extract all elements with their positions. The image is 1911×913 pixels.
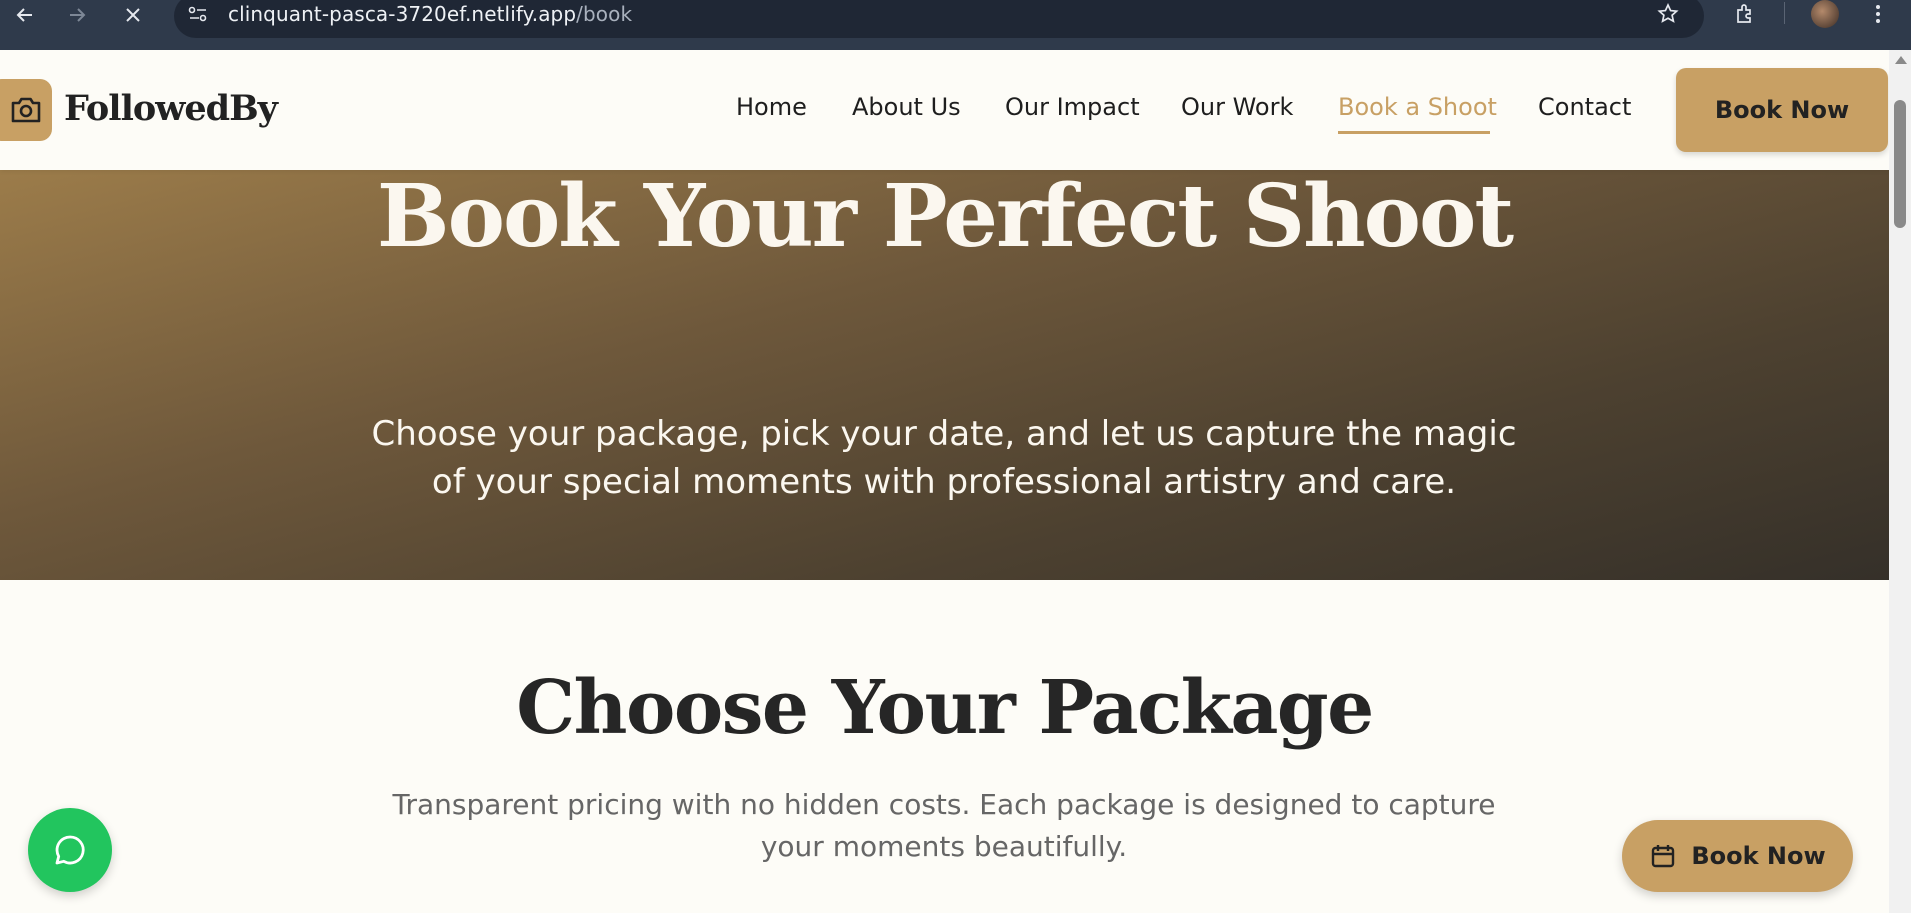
hero-subtitle: Choose your package, pick your date, and… xyxy=(344,410,1544,506)
book-now-button[interactable]: Book Now xyxy=(1676,68,1888,152)
calendar-icon xyxy=(1652,845,1675,868)
chat-button[interactable] xyxy=(28,808,112,892)
hero-subtitle-line: of your special moments with professiona… xyxy=(431,462,1457,502)
nav-our-work[interactable]: Our Work xyxy=(1181,93,1293,121)
nav-contact[interactable]: Contact xyxy=(1538,93,1631,121)
package-section-title: Choose Your Package xyxy=(516,665,1374,751)
logo-badge[interactable] xyxy=(0,79,52,141)
floating-book-now-label: Book Now xyxy=(1691,842,1826,870)
hero-title: Book Your Perfect Shoot xyxy=(376,166,1514,267)
star-icon[interactable] xyxy=(1654,0,1682,28)
nav-home[interactable]: Home xyxy=(736,93,807,121)
floating-book-now-button[interactable]: Book Now xyxy=(1622,820,1853,892)
scroll-up-arrow-icon[interactable] xyxy=(1895,56,1907,64)
site-header: FollowedBy Home About Us Our Impact Our … xyxy=(0,50,1889,170)
back-arrow-icon[interactable] xyxy=(10,0,40,30)
package-section-subtitle: Transparent pricing with no hidden costs… xyxy=(344,784,1544,868)
toolbar-divider xyxy=(1784,2,1785,24)
chat-bubble-icon xyxy=(55,835,85,865)
close-icon[interactable] xyxy=(118,0,148,30)
url-host: clinquant-pasca-3720ef.netlify.app xyxy=(228,2,577,26)
url-path: /book xyxy=(576,2,633,26)
url-text[interactable]: clinquant-pasca-3720ef.netlify.app/book xyxy=(228,2,632,26)
logo-text[interactable]: FollowedBy xyxy=(64,88,278,129)
scrollbar[interactable] xyxy=(1889,50,1911,913)
kebab-menu-icon[interactable] xyxy=(1864,0,1892,28)
package-subtitle-line: your moments beautifully. xyxy=(760,830,1128,863)
nav-about-us[interactable]: About Us xyxy=(852,93,961,121)
nav-book-a-shoot[interactable]: Book a Shoot xyxy=(1338,93,1497,121)
nav-our-impact[interactable]: Our Impact xyxy=(1005,93,1140,121)
scrollbar-thumb[interactable] xyxy=(1894,100,1906,228)
forward-arrow-icon[interactable] xyxy=(62,0,92,30)
hero-subtitle-line: Choose your package, pick your date, and… xyxy=(371,414,1517,454)
package-subtitle-line: Transparent pricing with no hidden costs… xyxy=(392,788,1496,821)
site-info-icon[interactable] xyxy=(186,2,210,26)
extensions-icon[interactable] xyxy=(1731,0,1759,28)
camera-icon xyxy=(11,97,41,123)
active-nav-underline xyxy=(1338,131,1490,134)
page-viewport: FollowedBy Home About Us Our Impact Our … xyxy=(0,50,1889,913)
browser-toolbar: clinquant-pasca-3720ef.netlify.app/book xyxy=(0,0,1911,50)
profile-avatar[interactable] xyxy=(1811,0,1839,28)
